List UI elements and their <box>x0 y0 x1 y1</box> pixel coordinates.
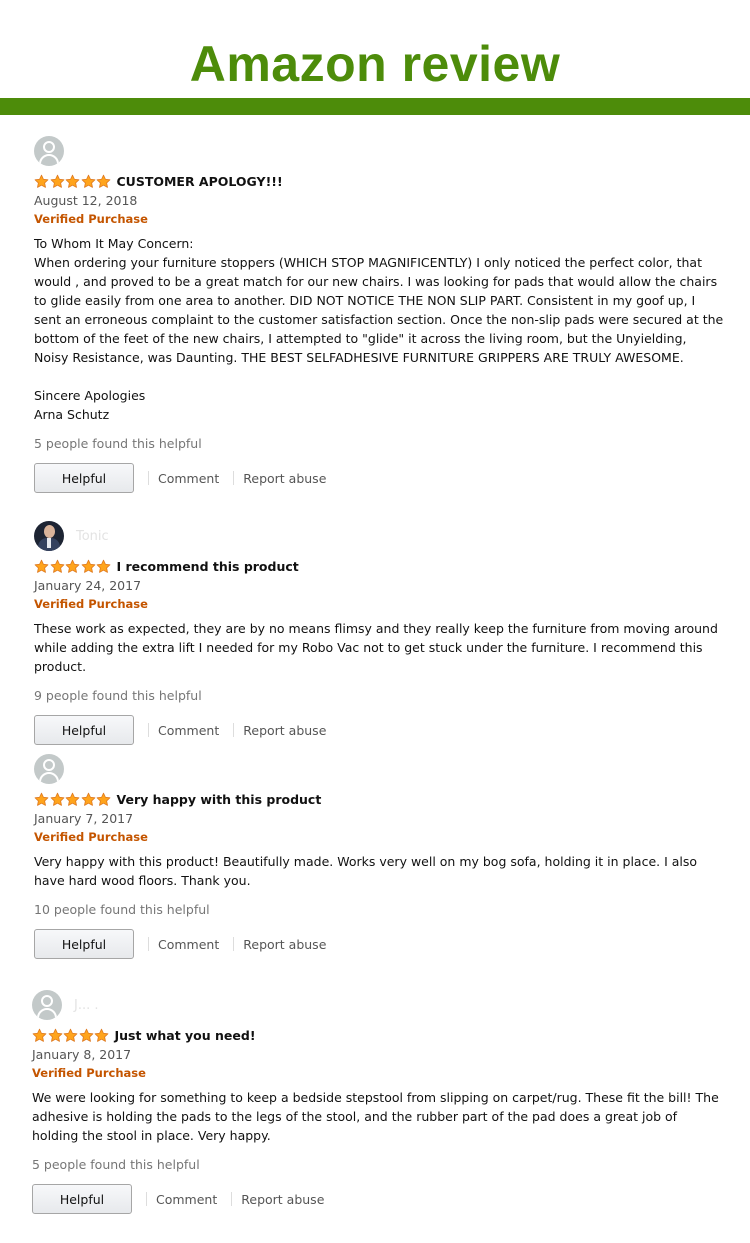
report-abuse-link[interactable]: Report abuse <box>243 937 326 952</box>
divider <box>233 471 235 485</box>
review-title[interactable]: CUSTOMER APOLOGY!!! <box>117 174 283 189</box>
star-icon <box>65 174 80 188</box>
star-icon <box>81 559 95 573</box>
star-rating[interactable] <box>32 1028 110 1043</box>
reviewer-profile[interactable]: Tonic <box>34 521 724 551</box>
verified-purchase-badge: Verified Purchase <box>34 597 148 611</box>
star-icon <box>34 792 49 806</box>
review-actions: Helpful Comment Report abuse <box>34 929 724 959</box>
review-body: Very happy with this product! Beautifull… <box>34 854 698 888</box>
review-title-row: CUSTOMER APOLOGY!!! <box>34 172 724 190</box>
star-icon <box>81 174 95 188</box>
star-icon <box>96 559 111 573</box>
review-title-row: Just what you need! <box>32 1026 722 1044</box>
review-title-row: Very happy with this product <box>34 790 724 808</box>
divider <box>146 1192 147 1206</box>
review-body: We were looking for something to keep a … <box>32 1090 719 1143</box>
star-icon <box>48 1028 62 1042</box>
reviewer-name[interactable]: J... . <box>74 998 99 1013</box>
star-icon <box>65 559 80 573</box>
default-avatar-icon <box>34 754 64 784</box>
report-abuse-link[interactable]: Report abuse <box>241 1192 324 1207</box>
verified-purchase-badge: Verified Purchase <box>34 830 148 844</box>
star-rating[interactable] <box>34 174 112 189</box>
review-date: January 8, 2017 <box>32 1047 132 1062</box>
review-title[interactable]: Very happy with this product <box>117 792 322 807</box>
star-icon <box>32 1028 47 1042</box>
divider <box>233 723 235 737</box>
report-abuse-link[interactable]: Report abuse <box>243 723 326 738</box>
report-abuse-link[interactable]: Report abuse <box>243 471 326 486</box>
verified-purchase-badge: Verified Purchase <box>32 1066 146 1080</box>
comment-link[interactable]: Comment <box>156 1192 217 1207</box>
reviewer-profile[interactable]: J... . <box>32 990 722 1020</box>
review-title-row: I recommend this product <box>34 557 724 575</box>
review-card: Very happy with this product January 7, … <box>34 754 724 959</box>
review-title[interactable]: I recommend this product <box>117 559 299 574</box>
review-date: January 24, 2017 <box>34 578 142 593</box>
helpful-count: 9 people found this helpful <box>34 688 202 703</box>
comment-link[interactable]: Comment <box>158 937 219 952</box>
helpful-button[interactable]: Helpful <box>34 463 134 493</box>
star-icon <box>65 792 80 806</box>
comment-link[interactable]: Comment <box>158 471 219 486</box>
star-icon <box>50 792 64 806</box>
reviewer-name[interactable]: Tonic <box>76 529 109 544</box>
review-date: January 7, 2017 <box>34 811 134 826</box>
reviewer-profile[interactable] <box>34 136 724 166</box>
star-icon <box>81 792 95 806</box>
review-card: CUSTOMER APOLOGY!!! August 12, 2018 Veri… <box>34 136 724 493</box>
star-rating[interactable] <box>34 559 112 574</box>
review-card: J... . Just what you need! January 8, 20… <box>32 990 722 1214</box>
star-icon <box>96 174 111 188</box>
review-body: To Whom It May Concern: When ordering yo… <box>34 236 724 422</box>
divider <box>231 1192 233 1206</box>
helpful-button[interactable]: Helpful <box>32 1184 132 1214</box>
default-avatar-icon <box>34 136 64 166</box>
star-icon <box>34 174 49 188</box>
star-icon <box>63 1028 78 1042</box>
star-icon <box>50 174 64 188</box>
star-icon <box>96 792 111 806</box>
divider <box>233 937 235 951</box>
profile-photo-avatar <box>34 521 64 551</box>
star-rating[interactable] <box>34 792 112 807</box>
divider <box>148 937 149 951</box>
divider <box>148 471 149 485</box>
header-divider <box>0 98 750 115</box>
review-date: August 12, 2018 <box>34 193 138 208</box>
helpful-count: 5 people found this helpful <box>32 1157 200 1172</box>
star-icon <box>79 1028 93 1042</box>
default-avatar-icon <box>32 990 62 1020</box>
review-actions: Helpful Comment Report abuse <box>34 715 724 745</box>
review-actions: Helpful Comment Report abuse <box>32 1184 722 1214</box>
star-icon <box>50 559 64 573</box>
star-icon <box>34 559 49 573</box>
helpful-button[interactable]: Helpful <box>34 715 134 745</box>
divider <box>148 723 149 737</box>
helpful-count: 10 people found this helpful <box>34 902 210 917</box>
helpful-button[interactable]: Helpful <box>34 929 134 959</box>
verified-purchase-badge: Verified Purchase <box>34 212 148 226</box>
page-title: Amazon review <box>189 36 561 92</box>
review-body: These work as expected, they are by no m… <box>34 621 718 674</box>
reviewer-profile[interactable] <box>34 754 724 784</box>
review-card: Tonic I recommend this product January 2… <box>34 521 724 745</box>
review-title[interactable]: Just what you need! <box>115 1028 256 1043</box>
star-icon <box>94 1028 109 1042</box>
review-actions: Helpful Comment Report abuse <box>34 463 724 493</box>
helpful-count: 5 people found this helpful <box>34 436 202 451</box>
comment-link[interactable]: Comment <box>158 723 219 738</box>
